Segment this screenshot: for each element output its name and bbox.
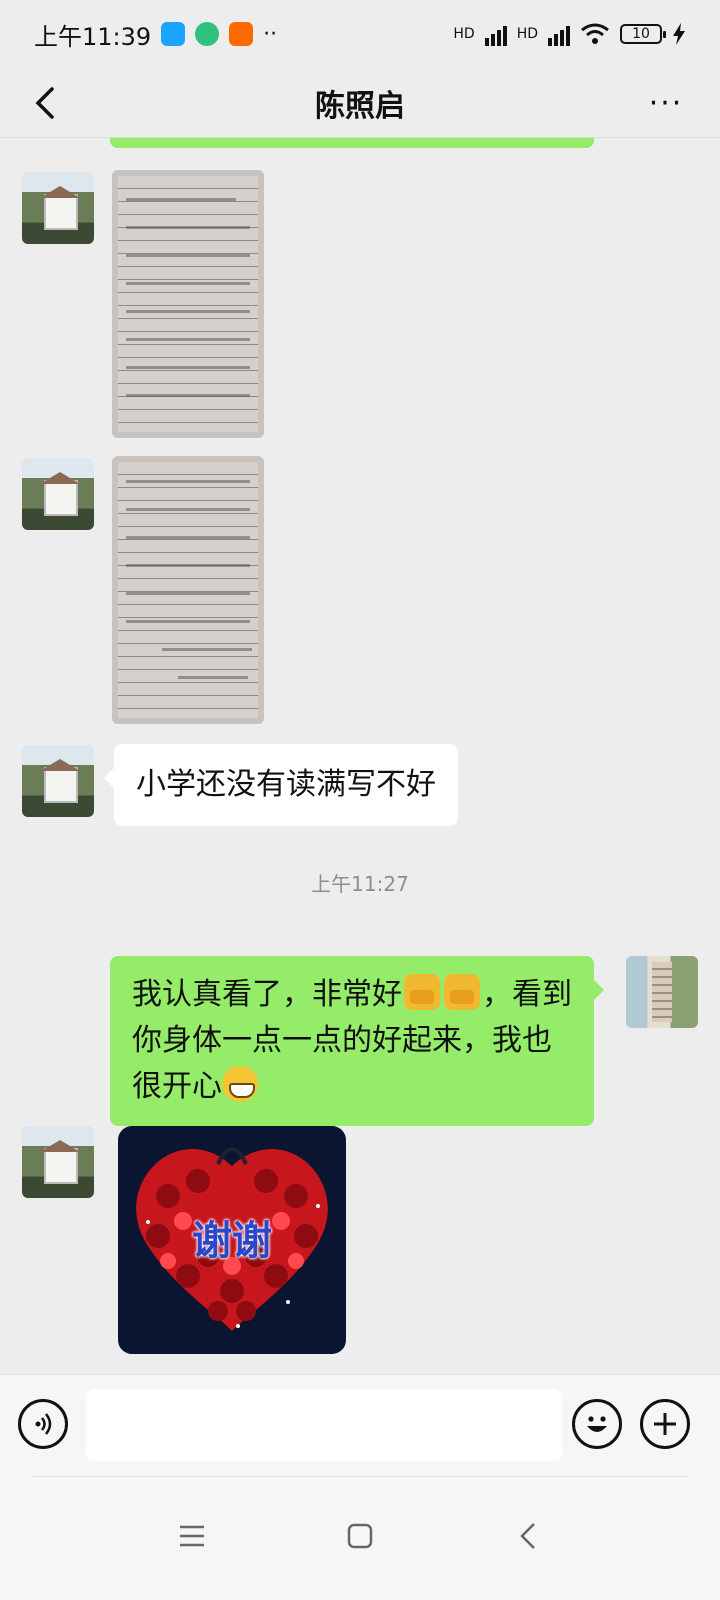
- text-line: [126, 226, 250, 229]
- more-dots-icon: ···: [648, 85, 684, 121]
- text-line: [126, 338, 250, 341]
- text-line: [126, 620, 250, 623]
- paper-image: [118, 462, 258, 718]
- voice-icon: [35, 1413, 52, 1435]
- voice-button[interactable]: [18, 1399, 68, 1449]
- text-line: [126, 480, 250, 483]
- battery-level: 10: [632, 26, 650, 42]
- hd-label-2: HD: [516, 26, 538, 42]
- plus-icon: [654, 1413, 676, 1435]
- text-line: [126, 536, 250, 539]
- previous-outgoing-bubble[interactable]: [110, 138, 594, 148]
- home-square-icon: [347, 1523, 373, 1549]
- text-line: [126, 282, 250, 285]
- nav-back-button[interactable]: [498, 1506, 558, 1566]
- contact-avatar[interactable]: [22, 745, 94, 817]
- emoji-button[interactable]: [572, 1399, 622, 1449]
- message-timestamp: 上午11:27: [311, 872, 409, 896]
- handwritten-letter-photo-2[interactable]: [112, 456, 264, 724]
- incoming-message-text: 小学还没有读满写不好: [136, 767, 436, 802]
- more-button[interactable]: ···: [636, 78, 696, 128]
- divider: [32, 1476, 688, 1477]
- text-line: [126, 366, 250, 369]
- plus-button[interactable]: [640, 1399, 690, 1449]
- chevron-left-icon: [35, 87, 54, 119]
- hd-label-1: HD: [453, 26, 475, 42]
- nav-back-icon: [520, 1523, 535, 1549]
- contact-avatar[interactable]: [22, 172, 94, 244]
- rose-heart-sticker[interactable]: 谢谢: [118, 1126, 346, 1354]
- qq-browser-icon: [161, 22, 186, 46]
- nav-home-button[interactable]: [330, 1506, 390, 1566]
- text-line: [126, 508, 250, 511]
- app-green-icon: [195, 22, 220, 46]
- text-line: [178, 676, 248, 679]
- outgoing-message-text-1: 我认真看了，非常好: [132, 977, 402, 1012]
- chat-header: 陈照启 ···: [0, 68, 720, 138]
- emoji-icon: [587, 1416, 607, 1432]
- status-more-dots: ··: [263, 21, 278, 47]
- nav-menu-button[interactable]: [162, 1506, 222, 1566]
- message-input[interactable]: [86, 1389, 562, 1461]
- status-time: 上午11:39: [34, 22, 152, 51]
- text-line: [162, 648, 252, 651]
- input-bar: [0, 1374, 720, 1476]
- contact-avatar[interactable]: [22, 1126, 94, 1198]
- mi-icon: [229, 22, 254, 46]
- menu-icon: [180, 1525, 204, 1547]
- signal-icon-2: [548, 22, 570, 46]
- chat-title: 陈照启: [315, 88, 405, 124]
- system-nav-bar: [0, 1476, 720, 1600]
- incoming-message-bubble[interactable]: 小学还没有读满写不好: [104, 744, 458, 826]
- grin-emoji-icon: [222, 1066, 258, 1102]
- handwritten-letter-photo-1[interactable]: [112, 170, 264, 438]
- wifi-icon: [581, 23, 609, 44]
- status-bar: 上午11:39 ·· HD HD 10: [0, 0, 720, 68]
- battery-icon: 10: [620, 24, 666, 44]
- my-avatar[interactable]: [626, 956, 698, 1028]
- contact-avatar[interactable]: [22, 458, 94, 530]
- text-line: [126, 564, 250, 567]
- text-line: [126, 592, 250, 595]
- sticker-caption: 谢谢: [192, 1218, 272, 1264]
- text-line: [126, 254, 250, 257]
- thumbs-up-icon: [444, 974, 480, 1010]
- text-line: [126, 394, 250, 397]
- signal-icon: [484, 22, 507, 46]
- back-button[interactable]: [20, 78, 70, 128]
- charging-icon: [673, 23, 685, 45]
- text-line: [126, 310, 250, 313]
- outgoing-message-bubble[interactable]: 我认真看了，非常好 ，看到你身体一点一点的好起来，我也很开心: [110, 956, 604, 1126]
- thumbs-up-icon: [404, 974, 440, 1010]
- text-line: [126, 198, 236, 201]
